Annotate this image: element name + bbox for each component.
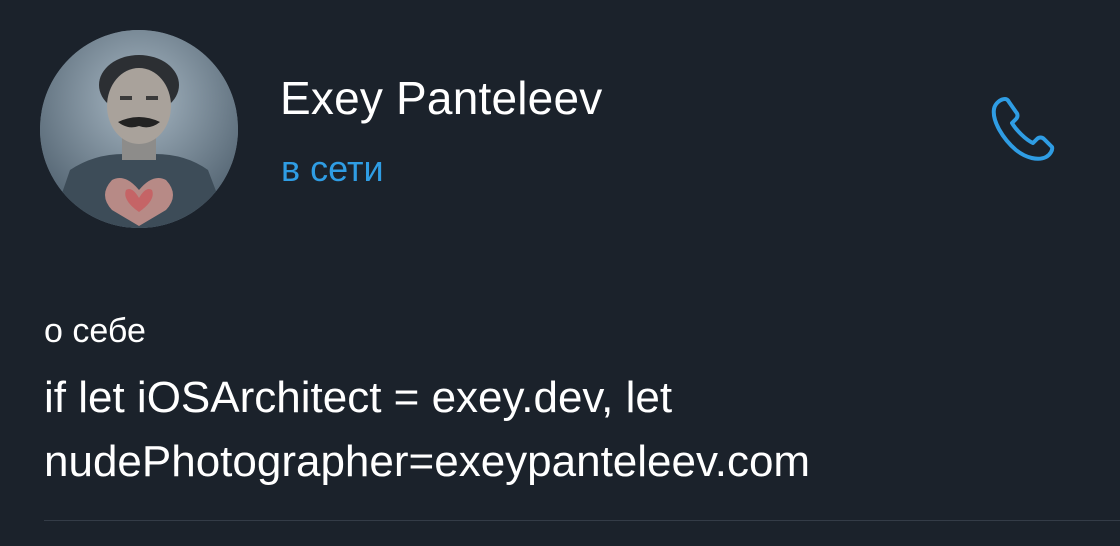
phone-icon bbox=[991, 97, 1055, 161]
call-button[interactable] bbox=[983, 87, 1063, 167]
divider bbox=[44, 520, 1120, 521]
online-status: в сети bbox=[281, 148, 384, 189]
avatar-image bbox=[40, 30, 238, 228]
contact-name: Exey Panteleev bbox=[280, 72, 603, 124]
about-label: о себе bbox=[44, 312, 146, 350]
profile-screen: Exey Panteleev в сети о себе if let iOSA… bbox=[0, 0, 1120, 546]
about-text[interactable]: if let iOSArchitect = exey.dev, let nude… bbox=[44, 366, 1084, 494]
avatar[interactable] bbox=[40, 30, 238, 228]
